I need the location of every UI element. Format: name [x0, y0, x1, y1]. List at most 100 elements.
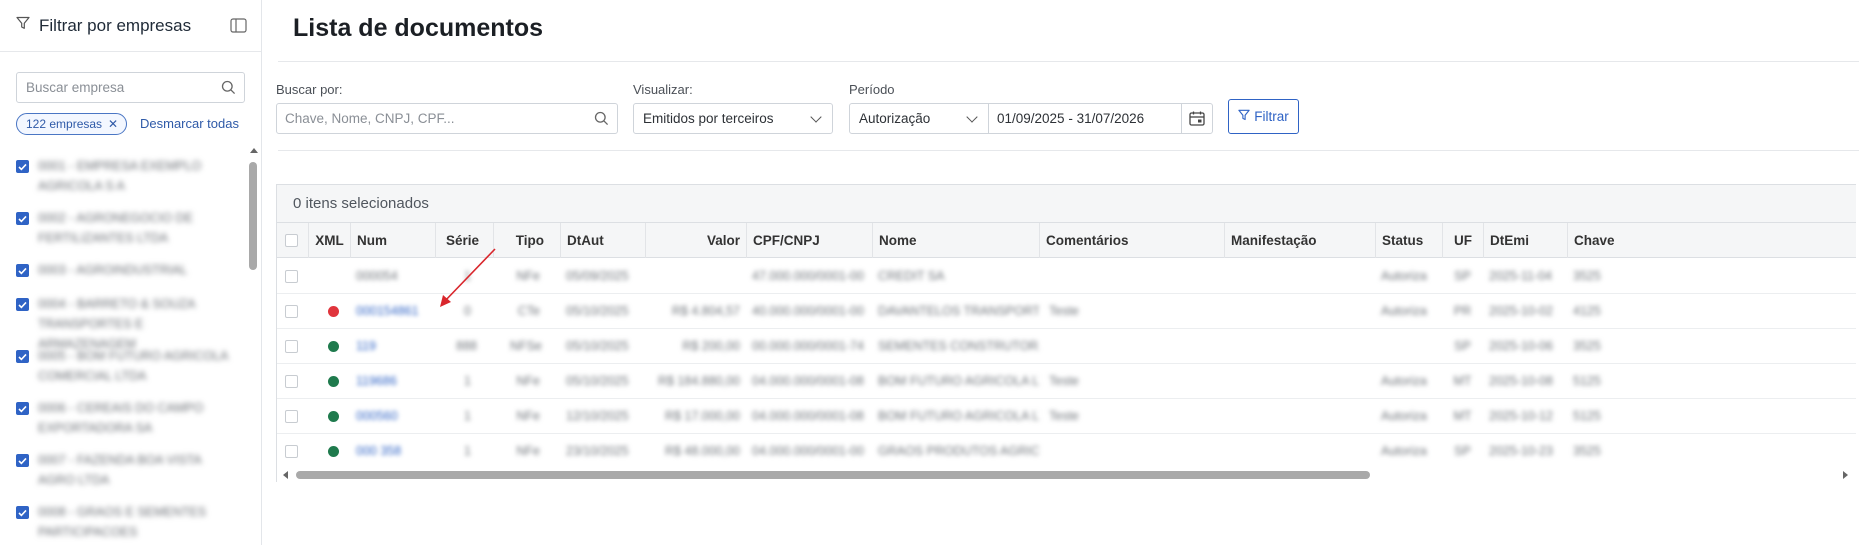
table-row[interactable]: 119686 1 NFe 05/10/2025 R$ 184.880,00 04…	[277, 364, 1856, 399]
company-item[interactable]: 0007 - FAZENDA BOA VISTA AGRO LTDA	[16, 450, 228, 490]
row-checkbox[interactable]	[285, 375, 298, 388]
calendar-icon[interactable]	[1181, 104, 1212, 133]
company-name: 0001 - EMPRESA EXEMPLO AGRICOLA S A	[38, 159, 202, 193]
company-search-input[interactable]	[17, 73, 207, 102]
column-header-comentarios[interactable]: Comentários	[1039, 223, 1224, 258]
column-header-status[interactable]: Status	[1375, 223, 1442, 258]
table-row[interactable]: 000154861 0 CTe 05/10/2025 R$ 4.804,57 4…	[277, 294, 1856, 329]
checkbox-checked[interactable]	[16, 402, 29, 415]
checkbox-checked[interactable]	[16, 264, 29, 277]
checkbox-checked[interactable]	[16, 160, 29, 173]
table-row[interactable]: 000 358 1 NFe 23/10/2025 R$ 48.000,00 04…	[277, 434, 1856, 469]
scrollbar-thumb[interactable]	[296, 471, 1370, 479]
close-icon[interactable]: ✕	[108, 117, 118, 131]
cell-dtemi: 2025-10-02	[1489, 304, 1553, 318]
selection-bar: 0 itens selecionados	[277, 185, 1856, 223]
view-label: Visualizar:	[633, 82, 693, 97]
table-row[interactable]: 000560 1 NFe 12/10/2025 R$ 17.000,00 04.…	[277, 399, 1856, 434]
cell-status	[1375, 329, 1442, 364]
view-select[interactable]: Emitidos por terceiros	[633, 103, 833, 134]
row-checkbox[interactable]	[285, 305, 298, 318]
filter-button[interactable]: Filtrar	[1228, 99, 1299, 134]
checkbox-checked[interactable]	[16, 298, 29, 311]
cell-serie: 1	[464, 374, 471, 388]
documents-table: 0 itens selecionados XML Num Série Tipo …	[276, 184, 1856, 483]
scroll-up-arrow[interactable]	[250, 148, 258, 153]
cell-valor: R$ 17.000,00	[664, 409, 740, 423]
page-title: Lista de documentos	[293, 14, 544, 42]
checkbox-checked[interactable]	[16, 350, 29, 363]
column-header-nome[interactable]: Nome	[872, 223, 1039, 258]
document-search-field	[276, 103, 618, 134]
row-checkbox[interactable]	[285, 270, 298, 283]
cell-cnpj: 04.000.000/0001-08	[752, 374, 864, 388]
cell-status: Autoriza	[1381, 374, 1427, 388]
selected-count: 0 itens selecionados	[293, 195, 429, 212]
row-checkbox[interactable]	[285, 445, 298, 458]
sidebar-scrollbar[interactable]	[248, 148, 260, 545]
company-item[interactable]: 0005 - BOM FUTURO AGRICOLA COMERCIAL LTD…	[16, 346, 228, 386]
checkbox-checked[interactable]	[16, 454, 29, 467]
cell-num-link[interactable]: 119	[350, 329, 435, 364]
xml-status-ok-icon[interactable]	[328, 411, 339, 422]
cell-uf: PR	[1453, 304, 1472, 318]
xml-status-ok-icon[interactable]	[328, 341, 339, 352]
chip-label: 122 empresas	[26, 117, 103, 131]
cell-num-link[interactable]: 119686	[350, 364, 435, 399]
column-header-cnpj[interactable]: CPF/CNPJ	[746, 223, 872, 258]
period-type-select[interactable]: Autorização	[849, 103, 989, 134]
company-name: 0005 - BOM FUTURO AGRICOLA COMERCIAL LTD…	[38, 349, 228, 383]
cell-comentarios: Teste	[1049, 409, 1079, 423]
company-item[interactable]: 0008 - GRAOS E SEMENTES PARTICIPACOES	[16, 502, 228, 542]
select-all-checkbox[interactable]	[285, 234, 298, 247]
cell-status: Autoriza	[1381, 409, 1427, 423]
checkbox-checked[interactable]	[16, 212, 29, 225]
xml-status-ok-icon[interactable]	[328, 376, 339, 387]
document-search-input[interactable]	[277, 104, 577, 133]
column-header-dtemi[interactable]: DtEmi	[1483, 223, 1567, 258]
column-header-dtaut[interactable]: DtAut	[560, 223, 645, 258]
company-item[interactable]: 0006 - CEREAIS DO CAMPO EXPORTADORA SA	[16, 398, 228, 438]
row-checkbox[interactable]	[285, 340, 298, 353]
company-item[interactable]: 0004 - BARRETO & SOUZA TRANSPORTES E ARM…	[16, 294, 228, 354]
xml-status-error-icon[interactable]	[328, 306, 339, 317]
cell-uf: MT	[1453, 374, 1472, 388]
checkbox-checked[interactable]	[16, 506, 29, 519]
cell-valor	[645, 259, 746, 294]
table-row[interactable]: 119 888 NFSe 05/10/2025 R$ 200,00 00.000…	[277, 329, 1856, 364]
column-header-tipo[interactable]: Tipo	[493, 223, 560, 258]
scroll-left-arrow[interactable]	[283, 471, 288, 479]
column-header-manifestacao[interactable]: Manifestação	[1224, 223, 1375, 258]
cell-valor: R$ 200,00	[682, 339, 740, 353]
unselect-all-link[interactable]: Desmarcar todas	[140, 116, 239, 131]
column-header-xml[interactable]: XML	[308, 223, 350, 258]
cell-nome: CREDIT SA	[878, 269, 945, 283]
column-header-chave[interactable]: Chave	[1567, 223, 1627, 258]
collapse-sidebar-icon[interactable]	[230, 18, 247, 38]
table-horizontal-scrollbar[interactable]	[277, 467, 1856, 483]
sidebar-header: Filtrar por empresas	[0, 0, 261, 52]
search-icon[interactable]	[594, 111, 609, 129]
cell-valor: R$ 4.804,57	[671, 304, 740, 318]
xml-status-ok-icon[interactable]	[328, 446, 339, 457]
period-range-field[interactable]: 01/09/2025 - 31/07/2026	[988, 103, 1213, 134]
cell-dtaut: 05/10/2025	[566, 339, 629, 353]
cell-chave: 3525	[1573, 339, 1601, 353]
company-list: 0001 - EMPRESA EXEMPLO AGRICOLA S A 0002…	[0, 148, 248, 545]
company-item[interactable]: 0002 - AGRONEGOCIO DE FERTILIZANTES LTDA	[16, 208, 228, 248]
table-row[interactable]: 000054 1 NFe 05/09/2025 47.000.000/0001-…	[277, 259, 1856, 294]
column-header-valor[interactable]: Valor	[645, 223, 746, 258]
cell-nome: DAVANTELOS TRANSPORTES LTDA	[878, 304, 1039, 318]
cell-nome: GRAOS PRODUTOS AGRICOLAS	[878, 444, 1039, 458]
cell-num-link[interactable]: 000 358	[350, 434, 435, 469]
row-checkbox[interactable]	[285, 410, 298, 423]
company-filter-sidebar: Filtrar por empresas 122 empresas ✕ Desm…	[0, 0, 262, 545]
company-item[interactable]: 0001 - EMPRESA EXEMPLO AGRICOLA S A	[16, 156, 228, 196]
company-item[interactable]: 0003 - AGROINDUSTRIAL	[16, 260, 228, 280]
cell-num-link[interactable]: 000560	[350, 399, 435, 434]
search-icon[interactable]	[221, 80, 236, 100]
cell-cnpj: 04.000.000/0001-00	[752, 444, 864, 458]
scroll-right-arrow[interactable]	[1843, 471, 1848, 479]
scrollbar-thumb[interactable]	[249, 162, 257, 270]
column-header-uf[interactable]: UF	[1442, 223, 1483, 258]
